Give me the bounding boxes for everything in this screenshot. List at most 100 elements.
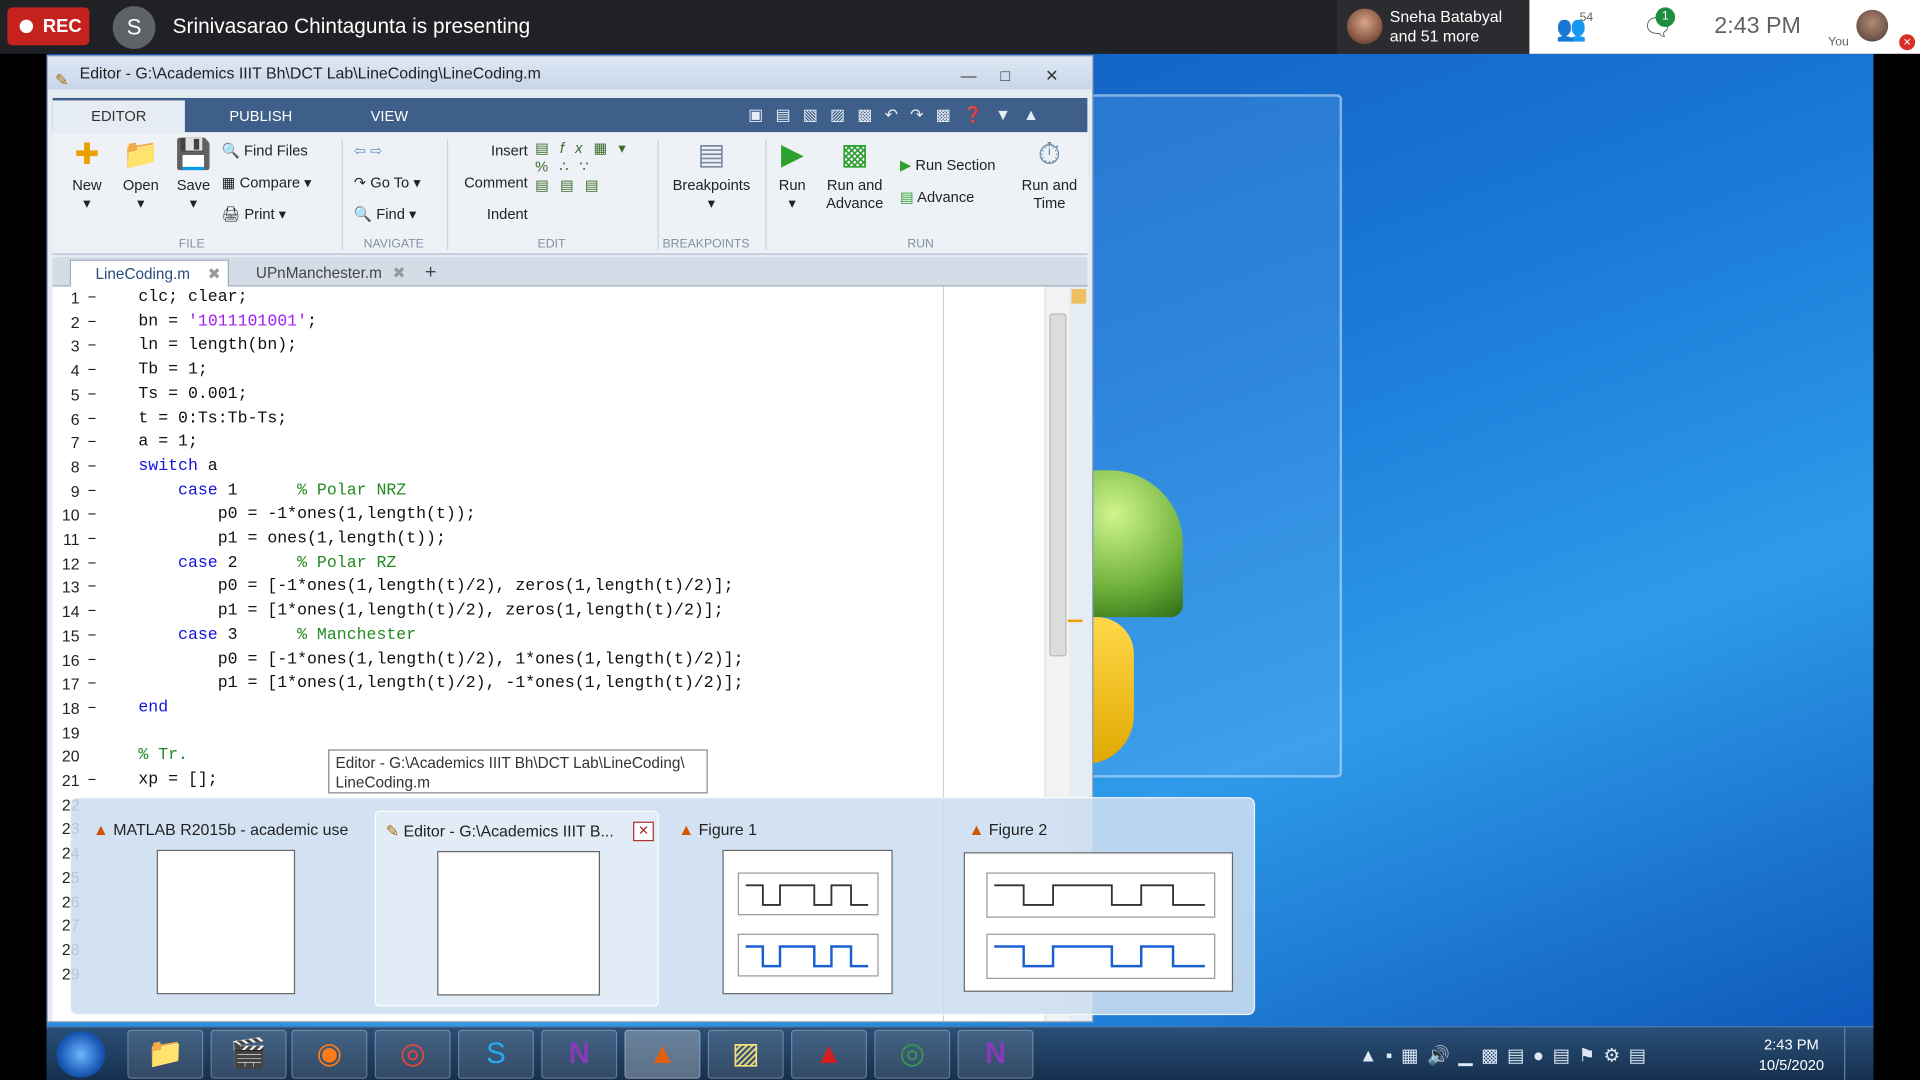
chrome-profile-taskbar-icon[interactable]: ◎: [874, 1029, 951, 1079]
chat-badge: 1: [1655, 7, 1676, 27]
you-label: You: [1828, 35, 1849, 49]
preview-image: [156, 849, 296, 995]
recording-badge: REC: [7, 7, 90, 46]
doc-tab-upnmanchester[interactable]: UPnManchester.m ✖: [231, 260, 412, 287]
advance-icon: ▤: [900, 188, 914, 206]
open-button[interactable]: 📁 Open ▾: [116, 138, 165, 213]
rec-label: REC: [42, 15, 82, 37]
editor-icon: ✎: [385, 821, 400, 841]
insert-button[interactable]: Insert: [462, 142, 528, 160]
run-and-advance-button[interactable]: ▩ Run and Advance: [819, 138, 890, 213]
system-tray[interactable]: ▲▪▦🔊▁▩▤●▤⚑⚙▤: [1359, 1044, 1654, 1067]
run-and-advance-icon: ▩: [840, 138, 869, 172]
warning-marker[interactable]: [1067, 619, 1083, 623]
presenter-avatar: S: [112, 6, 156, 49]
taskbar-tooltip: Editor - G:\Academics IIIT Bh\DCT Lab\Li…: [328, 749, 708, 794]
close-preview-button[interactable]: ✕: [633, 821, 654, 842]
figure-icon: ▲: [968, 820, 985, 839]
taskbar-clock[interactable]: 2:43 PM 10/5/2020: [1749, 1035, 1835, 1077]
compare-button[interactable]: ▦ Compare ▾: [222, 174, 312, 192]
run-icon: ▶: [780, 138, 804, 172]
taskbar-thumbnail-previews: ▲ MATLAB R2015b - academic use ✎ Editor …: [69, 797, 1256, 1016]
editor-title-bar[interactable]: ✎ Editor - G:\Academics IIIT Bh\DCT Lab\…: [47, 56, 1093, 90]
editor-ribbon: ✚ New ▾ 📁 Open ▾ 💾 Save ▾ 🔍 Find Files ▦ Compa…: [52, 132, 1088, 255]
compare-icon: ▦: [221, 173, 236, 192]
preview-figure2[interactable]: ▲ Figure 2: [959, 811, 1243, 1007]
new-button[interactable]: ✚ New ▾: [62, 138, 111, 213]
preview-image: [963, 852, 1234, 992]
show-desktop-button[interactable]: [1844, 1027, 1873, 1080]
breakpoints-button[interactable]: ▤ Breakpoints ▾: [665, 138, 758, 213]
left-letterbox: [0, 53, 47, 1080]
tab-view[interactable]: VIEW: [334, 100, 444, 132]
doc-tab-linecoding[interactable]: LineCoding.m ✖: [69, 259, 229, 288]
code-analyzer-indicator[interactable]: [1071, 288, 1087, 304]
participant-name: Sneha Batabyal: [1389, 7, 1503, 26]
presenting-text: Srinivasarao Chintagunta is presenting: [172, 14, 531, 38]
acrobat-taskbar-icon[interactable]: ▲: [791, 1029, 867, 1079]
save-button[interactable]: 💾 Save ▾: [169, 138, 218, 213]
ribbon-separator: [341, 139, 343, 250]
add-tab-icon[interactable]: +: [415, 260, 452, 287]
run-and-time-icon: ⏱: [1037, 138, 1061, 172]
close-tab-icon[interactable]: ✖: [208, 261, 221, 288]
folder-icon: 📁: [122, 138, 160, 172]
maximize-button[interactable]: □: [987, 59, 1024, 84]
new-icon: ✚: [74, 138, 100, 172]
tab-publish[interactable]: PUBLISH: [195, 100, 327, 132]
run-and-time-button[interactable]: ⏱ Run and Time: [1013, 138, 1086, 213]
quick-access-toolbar[interactable]: ▣▤▧▨▩↶↷▩❓▼▲: [738, 98, 1087, 132]
matlab-icon: ▲: [93, 820, 109, 839]
scrollbar-thumb[interactable]: [1049, 313, 1067, 657]
indent-button[interactable]: Indent: [462, 206, 528, 224]
edit-icons[interactable]: ▤fx▦▾ %∴∵ ▤▤▤: [535, 140, 637, 195]
save-icon: 💾: [175, 138, 212, 172]
chrome-taskbar-icon[interactable]: ◎: [374, 1029, 451, 1079]
find-button[interactable]: 🔍 Find ▾: [354, 206, 416, 224]
right-letterbox: [1873, 53, 1920, 1080]
find-icon: 🔍: [353, 205, 373, 223]
run-button[interactable]: ▶ Run ▾: [770, 138, 814, 213]
participant-preview[interactable]: Sneha Batabyal and 51 more: [1337, 0, 1530, 54]
breakpoints-group-label: BREAKPOINTS: [662, 237, 750, 252]
firefox-taskbar-icon[interactable]: ◉: [291, 1029, 368, 1079]
record-dot-icon: [19, 19, 34, 34]
preview-figure1[interactable]: ▲ Figure 1: [669, 811, 945, 1007]
close-button[interactable]: ✕: [1033, 59, 1070, 84]
ribbon-separator: [657, 139, 659, 250]
explorer-taskbar-icon[interactable]: 📁: [127, 1029, 204, 1079]
tab-editor[interactable]: EDITOR: [52, 100, 185, 133]
meet-top-bar: REC S Srinivasarao Chintagunta is presen…: [0, 0, 1920, 54]
advance-button[interactable]: ▤ Advance: [900, 189, 974, 207]
print-button[interactable]: 🖨 Print ▾: [222, 206, 286, 224]
navigate-group-label: NAVIGATE: [363, 237, 424, 252]
go-to-icon: ↷: [353, 173, 367, 192]
find-files-button[interactable]: 🔍 Find Files: [222, 142, 308, 160]
go-to-button[interactable]: ↷ Go To ▾: [354, 174, 421, 192]
minimize-button[interactable]: —: [950, 59, 987, 84]
ribbon-tabs: EDITOR PUBLISH VIEW ▣▤▧▨▩↶↷▩❓▼▲: [52, 97, 1088, 133]
breakpoints-icon: ▤: [697, 138, 726, 172]
matlab-taskbar-icon[interactable]: ▲: [624, 1029, 701, 1079]
start-button[interactable]: [56, 1031, 106, 1078]
edit-group-label: EDIT: [537, 237, 566, 252]
run-section-button[interactable]: ▶ Run Section: [900, 157, 995, 175]
comment-button[interactable]: Comment: [457, 174, 528, 192]
preview-matlab[interactable]: ▲ MATLAB R2015b - academic use: [83, 811, 359, 1007]
onenote-taskbar-icon[interactable]: N: [541, 1029, 618, 1079]
back-arrow-icon[interactable]: ⇦ ⇨: [354, 142, 383, 160]
onenote2-taskbar-icon[interactable]: N: [957, 1029, 1034, 1079]
preview-editor[interactable]: ✎ Editor - G:\Academics IIIT B... ✕: [374, 810, 659, 1007]
participant-more: and 51 more: [1389, 26, 1480, 46]
close-tab-icon[interactable]: ✖: [392, 260, 405, 287]
editor-icon: ✎: [55, 71, 69, 90]
windows-taskbar: 📁 🎬 ◉ ◎ S N ▲ ▨ ▲ ◎ N ▲▪▦🔊▁▩▤●▤⚑⚙▤ 2:43 …: [46, 1026, 1874, 1080]
skype-taskbar-icon[interactable]: S: [457, 1029, 534, 1079]
ribbon-separator: [765, 139, 767, 250]
participant-count: 54: [1579, 11, 1594, 25]
run-section-icon: ▶: [900, 156, 912, 174]
media-taskbar-icon[interactable]: 🎬: [210, 1029, 287, 1079]
self-avatar[interactable]: [1856, 9, 1889, 42]
find-files-icon: 🔍: [221, 142, 240, 160]
notes-taskbar-icon[interactable]: ▨: [707, 1029, 784, 1079]
